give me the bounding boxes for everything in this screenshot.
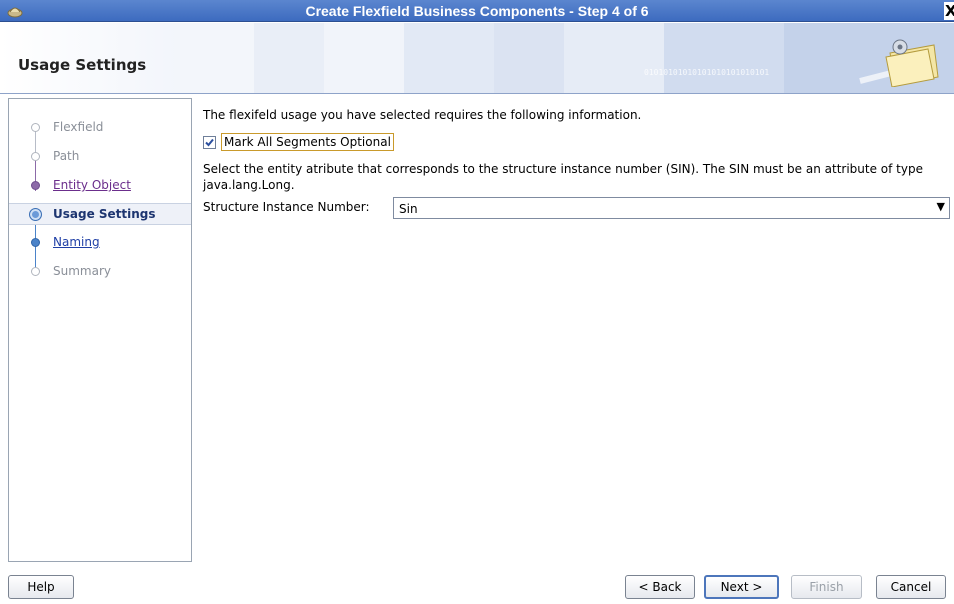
nav-step-label: Path bbox=[53, 149, 80, 163]
current-step-icon bbox=[29, 208, 42, 221]
header-banner-decoration: 01010101010101010101010101 bbox=[174, 23, 954, 93]
window-titlebar: Create Flexfield Business Components - S… bbox=[0, 0, 954, 22]
next-button[interactable]: Next > bbox=[704, 575, 779, 599]
nav-step-label: Entity Object bbox=[53, 178, 131, 192]
step-dot-icon bbox=[31, 238, 40, 247]
sin-label: Structure Instance Number: bbox=[203, 200, 370, 214]
nav-step-summary[interactable]: Summary bbox=[9, 261, 191, 283]
nav-step-label: Naming bbox=[53, 235, 100, 249]
nav-step-entity-object[interactable]: Entity Object bbox=[9, 175, 191, 197]
step-dot-icon bbox=[31, 181, 40, 190]
mark-all-optional-row[interactable]: Mark All Segments Optional bbox=[203, 132, 394, 152]
sin-description: Select the entity atribute that correspo… bbox=[203, 162, 923, 192]
close-icon[interactable]: X bbox=[944, 2, 954, 20]
sin-selected-value: Sin bbox=[399, 202, 418, 216]
finish-button[interactable]: Finish bbox=[791, 575, 862, 599]
nav-step-flexfield[interactable]: Flexfield bbox=[9, 117, 191, 139]
cancel-button[interactable]: Cancel bbox=[876, 575, 946, 599]
mark-all-optional-label[interactable]: Mark All Segments Optional bbox=[221, 133, 394, 151]
step-dot-icon bbox=[31, 152, 40, 161]
window-title: Create Flexfield Business Components - S… bbox=[305, 3, 649, 19]
folder-gear-icon bbox=[859, 39, 939, 87]
structure-instance-number-select[interactable]: Sin ▼ bbox=[393, 197, 950, 219]
help-button[interactable]: Help bbox=[8, 575, 74, 599]
dropdown-arrow-icon[interactable]: ▼ bbox=[937, 200, 945, 213]
nav-step-usage-settings[interactable]: Usage Settings bbox=[9, 203, 191, 225]
nav-step-label: Summary bbox=[53, 264, 111, 278]
back-button[interactable]: < Back bbox=[625, 575, 695, 599]
nav-step-path[interactable]: Path bbox=[9, 146, 191, 168]
wizard-header: 01010101010101010101010101 Usage Setting… bbox=[0, 23, 954, 94]
nav-step-label: Flexfield bbox=[53, 120, 104, 134]
step-dot-icon bbox=[31, 123, 40, 132]
step-dot-icon bbox=[31, 267, 40, 276]
svg-text:01010101010101010101010101: 01010101010101010101010101 bbox=[644, 68, 769, 77]
page-title: Usage Settings bbox=[18, 56, 147, 74]
wizard-footer: Help < Back Next > Finish Cancel bbox=[0, 566, 954, 604]
mark-all-optional-checkbox[interactable] bbox=[203, 135, 216, 149]
nav-step-label: Usage Settings bbox=[53, 207, 156, 221]
checkmark-icon bbox=[205, 138, 214, 146]
wizard-steps-nav: Flexfield Path Entity Object Usage Setti… bbox=[8, 98, 192, 562]
intro-text: The flexifeld usage you have selected re… bbox=[203, 108, 642, 122]
nav-step-naming[interactable]: Naming bbox=[9, 232, 191, 254]
